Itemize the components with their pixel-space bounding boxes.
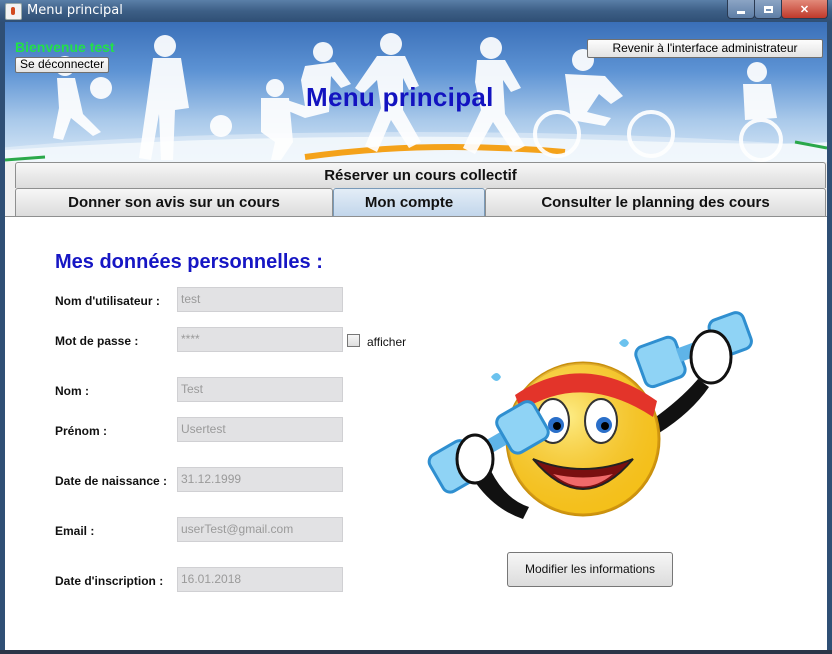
tab-bar: Réserver un cours collectif Donner son a… bbox=[5, 162, 827, 218]
signup-date-field[interactable]: 16.01.2018 bbox=[177, 567, 343, 592]
maximize-icon bbox=[763, 5, 773, 13]
main-window: Menu principal ✕ Bienvenue test Se décon… bbox=[0, 0, 832, 654]
signup-date-label: Date d'inscription : bbox=[55, 574, 164, 588]
account-panel: Mes données personnelles : Nom d'utilisa… bbox=[5, 217, 827, 650]
banner-title: Menu principal bbox=[306, 82, 494, 112]
maximize-button[interactable] bbox=[754, 0, 782, 19]
java-app-icon bbox=[5, 3, 22, 20]
email-label: Email : bbox=[55, 524, 95, 538]
username-label: Nom d'utilisateur : bbox=[55, 294, 160, 308]
window-border-bottom bbox=[0, 650, 832, 654]
birthdate-label: Date de naissance : bbox=[55, 474, 168, 488]
email-field[interactable]: userTest@gmail.com bbox=[177, 517, 343, 542]
lastname-field[interactable]: Test bbox=[177, 377, 343, 402]
welcome-text: Bienvenue test bbox=[15, 39, 115, 55]
show-password-checkbox[interactable] bbox=[347, 334, 360, 347]
header-banner: Bienvenue test Se déconnecter Revenir à … bbox=[5, 22, 827, 162]
tab-donner-avis[interactable]: Donner son avis sur un cours bbox=[15, 188, 333, 216]
lastname-label: Nom : bbox=[55, 384, 89, 398]
smiley-dumbbell-image bbox=[427, 311, 753, 519]
admin-interface-button[interactable]: Revenir à l'interface administrateur bbox=[587, 39, 823, 58]
minimize-button[interactable] bbox=[727, 0, 755, 19]
password-field[interactable]: **** bbox=[177, 327, 343, 352]
logout-button[interactable]: Se déconnecter bbox=[15, 57, 110, 73]
close-icon: ✕ bbox=[799, 3, 810, 16]
title-bar: Menu principal ✕ bbox=[0, 0, 832, 22]
tab-planning[interactable]: Consulter le planning des cours bbox=[485, 188, 826, 216]
window-border-right bbox=[827, 22, 832, 652]
birthdate-field[interactable]: 31.12.1999 bbox=[177, 467, 343, 492]
tab-reserver-cours[interactable]: Réserver un cours collectif bbox=[15, 162, 826, 188]
section-title: Mes données personnelles : bbox=[55, 251, 323, 273]
modify-info-button[interactable]: Modifier les informations bbox=[507, 552, 673, 587]
minimize-icon bbox=[737, 10, 745, 14]
firstname-field[interactable]: Usertest bbox=[177, 417, 343, 442]
firstname-label: Prénom : bbox=[55, 424, 108, 438]
username-field[interactable]: test bbox=[177, 287, 343, 312]
window-title: Menu principal bbox=[27, 3, 123, 18]
tab-mon-compte[interactable]: Mon compte bbox=[333, 188, 485, 216]
close-button[interactable]: ✕ bbox=[781, 0, 828, 19]
show-password-label: afficher bbox=[367, 335, 407, 349]
password-label: Mot de passe : bbox=[55, 334, 139, 348]
